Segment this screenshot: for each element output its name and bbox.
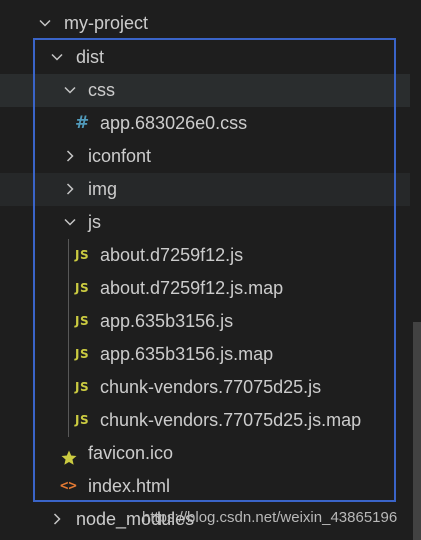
vertical-scrollbar[interactable] (413, 322, 421, 540)
tree-folder-my-project[interactable]: my-project (0, 7, 410, 40)
watermark-text: https://blog.csdn.net/weixin_43865196 (142, 509, 398, 526)
chevron-right-icon (49, 503, 65, 536)
selection-highlight-box (33, 38, 396, 502)
tree-label: my-project (64, 13, 149, 33)
file-explorer-tree: my-project dist css # app.683026e0.css i… (0, 0, 421, 540)
chevron-down-icon (37, 7, 53, 40)
